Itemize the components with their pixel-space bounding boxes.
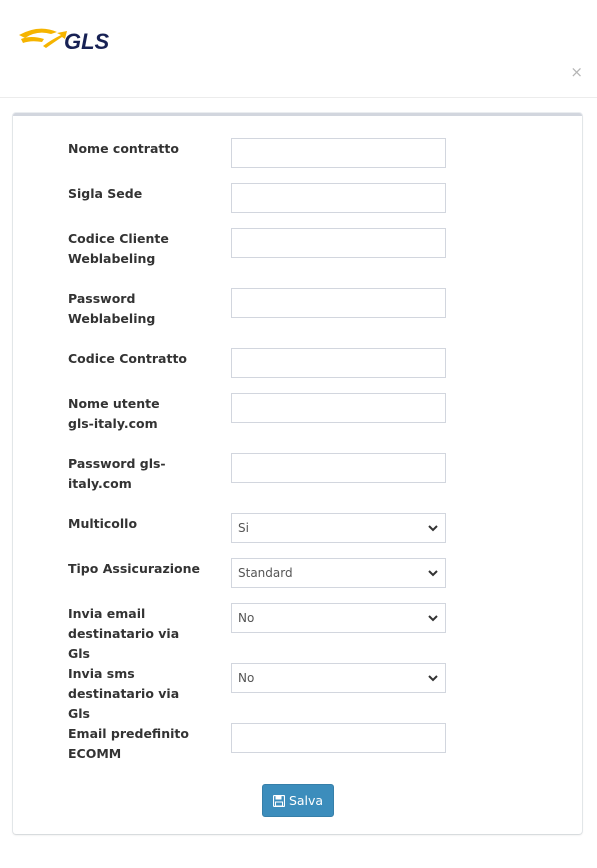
label-codice-contratto: Codice Contratto — [68, 351, 188, 366]
chevron-down-icon — [428, 570, 438, 577]
nome-utente-input[interactable] — [231, 393, 446, 423]
label-password-gls: Password gls-italy.com — [68, 456, 166, 491]
label-sigla-sede: Sigla Sede — [68, 186, 143, 201]
label-codice-cliente: Codice Cliente Weblabeling — [68, 231, 169, 266]
chevron-down-icon — [428, 675, 438, 682]
form-panel: Nome contratto Sigla Sede Codice Cliente… — [13, 113, 582, 834]
tipo-assicurazione-select[interactable]: Standard — [231, 558, 446, 588]
label-multicollo: Multicollo — [68, 516, 138, 531]
sigla-sede-input[interactable] — [231, 183, 446, 213]
gls-logo-text: GLS — [64, 29, 110, 54]
invia-sms-value: No — [238, 671, 255, 685]
nome-contratto-input[interactable] — [231, 138, 446, 168]
codice-contratto-input[interactable] — [231, 348, 446, 378]
chevron-down-icon — [428, 525, 438, 532]
modal-header: GLS × — [0, 0, 597, 98]
password-weblabeling-input[interactable] — [231, 288, 446, 318]
chevron-down-icon — [428, 615, 438, 622]
password-gls-input[interactable] — [231, 453, 446, 483]
invia-email-select[interactable]: No — [231, 603, 446, 633]
gls-logo: GLS — [19, 28, 110, 54]
tipo-assicurazione-value: Standard — [238, 566, 293, 580]
label-nome-utente: Nome utente gls-italy.com — [68, 396, 160, 431]
label-password-weblabeling: Password Weblabeling — [68, 291, 156, 326]
label-email-predefinito: Email predefinito ECOMM — [68, 726, 189, 761]
save-button[interactable]: Salva — [262, 784, 334, 817]
label-invia-sms: Invia sms destinatario via Gls — [68, 666, 180, 721]
save-button-label: Salva — [288, 793, 324, 808]
label-nome-contratto: Nome contratto — [68, 141, 179, 156]
label-tipo-assicurazione: Tipo Assicurazione — [68, 561, 200, 576]
email-predefinito-input[interactable] — [231, 723, 446, 753]
multicollo-value: Si — [238, 521, 249, 535]
invia-sms-select[interactable]: No — [231, 663, 446, 693]
close-button[interactable]: × — [570, 62, 583, 82]
invia-email-value: No — [238, 611, 255, 625]
label-invia-email: Invia email destinatario via Gls — [68, 606, 180, 661]
save-icon — [272, 794, 285, 807]
codice-cliente-input[interactable] — [231, 228, 446, 258]
multicollo-select[interactable]: Si — [231, 513, 446, 543]
